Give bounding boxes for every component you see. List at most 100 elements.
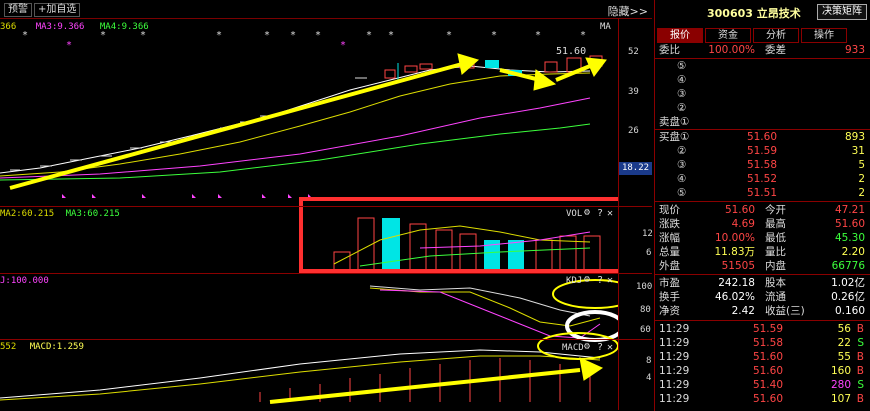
fundamental-row: 市盈 242.18 股本 1.02亿 [655,277,867,290]
stat-label: 涨幅 [659,232,680,244]
trade-side: B [856,393,864,405]
trade-row: 11:29 51.60 160 B [655,364,867,378]
sell-order-row[interactable]: ④ [655,74,867,87]
svg-text:*: * [446,30,452,41]
buy-volume: 2 [858,187,865,199]
commit-diff-label: 委差 [765,44,786,56]
macd-settings-icon[interactable]: ⚙ [584,341,590,352]
svg-text:*: * [491,30,497,41]
stat-label: 涨跌 [659,218,680,230]
sell-order-row[interactable]: ③ [655,88,867,101]
macd-label: MACD:1.259 [29,342,84,352]
quote-panel: 300603 立昂技术 决策矩阵 报价 资金 分析 操作 委比 100.00% … [654,0,870,411]
buy-order-row[interactable]: ③ 51.58 5 [655,159,867,172]
kdj-help-icon[interactable]: ? [597,275,603,286]
trade-side: B [856,365,864,377]
stat-value: 11.83万 [714,246,755,258]
quote-tabs: 报价 资金 分析 操作 [655,26,870,43]
tab-analysis[interactable]: 分析 [753,28,799,43]
stock-title: 300603 立昂技术 [707,7,801,20]
decision-matrix-button[interactable]: 决策矩阵 [817,4,867,20]
trade-row: 11:29 51.59 56 B [655,322,867,336]
kdj-settings-icon[interactable]: ⚙ [584,274,590,285]
stat-label: 市盈 [659,277,680,289]
quote-stat-row: 涨幅 10.00% 最低 45.30 [655,232,867,245]
kdj-close-icon[interactable]: ✕ [607,275,613,286]
stat-value: 10.00% [714,232,755,244]
buy-level: ③ [677,159,687,171]
trade-volume: 56 [837,323,851,335]
commit-ratio-label: 委比 [659,44,680,56]
stat-label: 最高 [765,218,786,230]
macd-close-icon[interactable]: ✕ [607,342,613,353]
last-price-tag: 51.60 [556,46,586,57]
sell-level: ⑤ [677,60,687,72]
sell-level: ② [677,102,687,114]
svg-text:*: * [66,40,72,51]
trade-time: 11:29 [659,351,690,363]
buy-order-row[interactable]: ② 51.59 31 [655,145,867,158]
trade-price: 51.60 [752,351,783,363]
trade-time: 11:29 [659,323,690,335]
macd-label: 552 [0,342,17,352]
svg-text:*: * [366,30,372,41]
stat-label: 现价 [659,204,680,216]
sell-order-row[interactable]: ⑤ [655,60,867,73]
tab-funds[interactable]: 资金 [705,28,751,43]
stat-label: 今开 [765,204,786,216]
sell-level: ③ [677,88,687,100]
buy-order-row[interactable]: ④ 51.52 2 [655,173,867,186]
trade-price: 51.59 [752,323,783,335]
vol-help-icon[interactable]: ? [597,208,603,219]
sell-order-row[interactable]: ② [655,102,867,115]
kdj-panel-divider [0,273,652,274]
macd-axis-label: 4 [646,373,652,383]
sell-order-row[interactable]: 卖盘① [655,116,867,129]
svg-text:*: * [216,30,222,41]
macd-axis-label: 8 [646,356,652,366]
stat-label: 净资 [659,305,680,317]
buy-order-row[interactable]: 买盘① 51.60 893 [655,131,867,144]
quote-stat-row: 外盘 51505 内盘 66776 [655,260,867,273]
buy-order-row[interactable]: ⑤ 51.51 2 [655,187,867,200]
svg-text:*: * [388,30,394,41]
stat-label: 最低 [765,232,786,244]
stat-value: 46.02% [714,291,755,303]
stat-label: 换手 [659,291,680,303]
hide-panel-link[interactable]: 隐藏>> [608,3,648,19]
stat-label: 量比 [765,246,786,258]
trade-price: 51.60 [752,393,783,405]
vol-settings-icon[interactable]: ⚙ [584,207,590,218]
vol-ma-label: MA2:60.215 [0,209,55,219]
price-axis-label: 26 [628,126,639,136]
vol-panel-divider [0,206,652,207]
alert-button[interactable]: 预警 [4,3,32,17]
svg-text:*: * [290,30,296,41]
add-watchlist-button[interactable]: +加自选 [34,3,81,17]
tab-operation[interactable]: 操作 [801,28,847,43]
vol-ma-legend: MA2:60.215 MA3:60.215 [0,209,120,219]
trade-time: 11:29 [659,365,690,377]
vol-close-icon[interactable]: ✕ [607,208,613,219]
stat-label: 股本 [765,277,786,289]
trade-side: B [856,351,864,363]
stat-label: 流通 [765,291,786,303]
stat-value: 66776 [831,260,865,272]
buy-level: ⑤ [677,187,687,199]
buy-volume: 893 [844,131,865,143]
trade-volume: 55 [837,351,851,363]
trade-time: 11:29 [659,379,690,391]
trade-time: 11:29 [659,393,690,405]
buy-level: ④ [677,173,687,185]
tab-quote[interactable]: 报价 [657,28,703,43]
svg-text:*: * [580,30,586,41]
trade-side: B [856,323,864,335]
kdj-indicator-name: KDJ [566,276,583,286]
svg-text:*: * [140,30,146,41]
trade-time: 11:29 [659,337,690,349]
price-axis-divider [618,18,619,410]
stat-value: 0.160 [834,305,865,317]
sell-level: ④ [677,74,687,86]
macd-help-icon[interactable]: ? [597,342,603,353]
buy-volume: 5 [858,159,865,171]
